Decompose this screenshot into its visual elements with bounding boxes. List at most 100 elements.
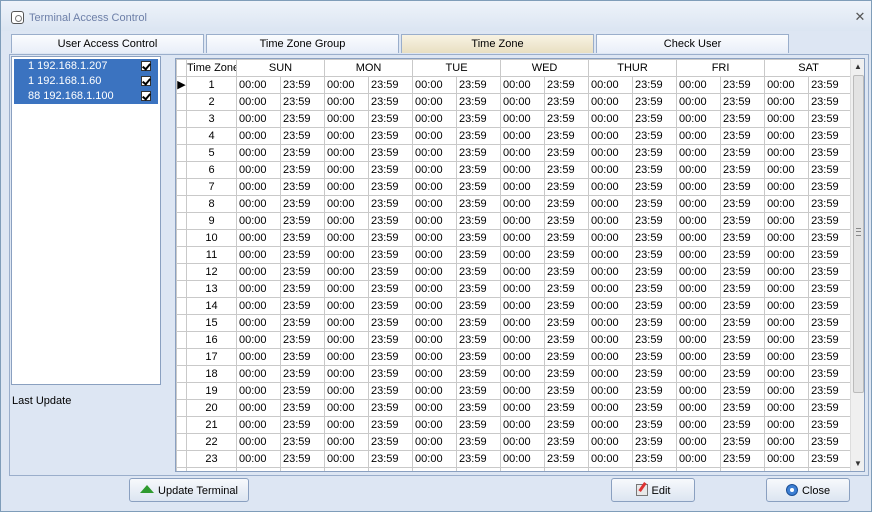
start-time-cell[interactable]: 00:00 <box>676 467 722 471</box>
end-time-cell[interactable]: 23:59 <box>720 144 766 162</box>
start-time-cell[interactable]: 00:00 <box>588 280 634 298</box>
start-time-cell[interactable]: 00:00 <box>676 263 722 281</box>
start-time-cell[interactable]: 00:00 <box>500 229 546 247</box>
end-time-cell[interactable]: 23:59 <box>720 314 766 332</box>
start-time-cell[interactable]: 00:00 <box>588 416 634 434</box>
time-zone-cell[interactable]: 1 <box>186 76 237 94</box>
start-time-cell[interactable]: 00:00 <box>500 314 546 332</box>
end-time-cell[interactable]: 23:59 <box>279 297 326 315</box>
start-time-cell[interactable]: 00:00 <box>676 127 722 145</box>
end-time-cell[interactable]: 23:59 <box>808 348 854 366</box>
end-time-cell[interactable]: 23:59 <box>279 280 326 298</box>
start-time-cell[interactable]: 00:00 <box>412 399 458 417</box>
edit-button[interactable]: Edit <box>611 478 695 502</box>
start-time-cell[interactable]: 00:00 <box>324 297 370 315</box>
end-time-cell[interactable]: 23:59 <box>632 76 678 94</box>
end-time-cell[interactable]: 23:59 <box>808 93 854 111</box>
start-time-cell[interactable]: 00:00 <box>236 93 281 111</box>
time-zone-cell[interactable]: 20 <box>186 399 237 417</box>
start-time-cell[interactable]: 00:00 <box>764 450 810 468</box>
start-time-cell[interactable]: 00:00 <box>500 399 546 417</box>
start-time-cell[interactable]: 00:00 <box>500 467 546 471</box>
end-time-cell[interactable]: 23:59 <box>456 93 502 111</box>
end-time-cell[interactable]: 23:59 <box>544 433 590 451</box>
start-time-cell[interactable]: 00:00 <box>500 450 546 468</box>
end-time-cell[interactable]: 23:59 <box>720 280 766 298</box>
end-time-cell[interactable]: 23:59 <box>279 331 326 349</box>
end-time-cell[interactable]: 23:59 <box>720 348 766 366</box>
table-row[interactable]: 10 00:00 23:59 00:00 23:59 00:00 23:59 00:00 23:… <box>176 229 854 247</box>
terminal-item[interactable]: 88 192.168.1.100 <box>14 89 158 104</box>
start-time-cell[interactable]: 00:00 <box>412 246 458 264</box>
end-time-cell[interactable]: 23:59 <box>720 178 766 196</box>
end-time-cell[interactable]: 23:59 <box>368 161 414 179</box>
start-time-cell[interactable]: 00:00 <box>676 416 722 434</box>
start-time-cell[interactable]: 00:00 <box>412 76 458 94</box>
end-time-cell[interactable]: 23:59 <box>720 76 766 94</box>
table-row[interactable]: 9 00:00 23:59 00:00 23:59 00:00 23:59 00:00 23:5… <box>176 212 854 230</box>
start-time-cell[interactable]: 00:00 <box>588 331 634 349</box>
table-row[interactable]: 4 00:00 23:59 00:00 23:59 00:00 23:59 00:00 23:5… <box>176 127 854 145</box>
start-time-cell[interactable]: 00:00 <box>324 144 370 162</box>
start-time-cell[interactable]: 00:00 <box>500 280 546 298</box>
time-zone-cell[interactable]: 17 <box>186 348 237 366</box>
end-time-cell[interactable]: 23:59 <box>544 144 590 162</box>
end-time-cell[interactable]: 23:59 <box>456 450 502 468</box>
scrollbar-thumb[interactable] <box>853 75 864 393</box>
time-zone-cell[interactable]: 6 <box>186 161 237 179</box>
end-time-cell[interactable]: 23:59 <box>279 450 326 468</box>
start-time-cell[interactable]: 00:00 <box>500 110 546 128</box>
end-time-cell[interactable]: 23:59 <box>456 416 502 434</box>
end-time-cell[interactable]: 23:59 <box>808 144 854 162</box>
start-time-cell[interactable]: 00:00 <box>324 76 370 94</box>
end-time-cell[interactable]: 23:59 <box>279 178 326 196</box>
start-time-cell[interactable]: 00:00 <box>764 110 810 128</box>
start-time-cell[interactable]: 00:00 <box>500 212 546 230</box>
time-zone-cell[interactable]: 13 <box>186 280 237 298</box>
end-time-cell[interactable]: 23:59 <box>544 280 590 298</box>
start-time-cell[interactable]: 00:00 <box>764 161 810 179</box>
end-time-cell[interactable]: 23:59 <box>368 450 414 468</box>
start-time-cell[interactable]: 00:00 <box>412 297 458 315</box>
end-time-cell[interactable]: 23:59 <box>368 144 414 162</box>
end-time-cell[interactable]: 23:59 <box>279 399 326 417</box>
time-zone-grid[interactable]: Time Zone SUN MON TUE WED THUR FRI SAT ▶… <box>175 58 865 472</box>
table-row[interactable]: 17 00:00 23:59 00:00 23:59 00:00 23:59 00:00 23:… <box>176 348 854 366</box>
start-time-cell[interactable]: 00:00 <box>764 246 810 264</box>
end-time-cell[interactable]: 23:59 <box>632 212 678 230</box>
start-time-cell[interactable]: 00:00 <box>412 178 458 196</box>
end-time-cell[interactable]: 23:59 <box>279 110 326 128</box>
start-time-cell[interactable]: 00:00 <box>412 467 458 471</box>
end-time-cell[interactable]: 23:59 <box>632 229 678 247</box>
end-time-cell[interactable]: 23:59 <box>368 263 414 281</box>
vertical-scrollbar[interactable]: ▲ ▼ <box>850 59 864 471</box>
start-time-cell[interactable]: 00:00 <box>412 382 458 400</box>
start-time-cell[interactable]: 00:00 <box>500 76 546 94</box>
table-row[interactable]: 2400:0023:5900:0023:5900:0023:5900:0023:… <box>176 467 854 471</box>
end-time-cell[interactable]: 23:59 <box>720 331 766 349</box>
end-time-cell[interactable]: 23:59 <box>368 297 414 315</box>
end-time-cell[interactable]: 23:59 <box>279 314 326 332</box>
table-row[interactable]: ▶ 1 00:00 23:59 00:00 23:59 00:00 23:59 00:00 23:… <box>176 76 854 94</box>
start-time-cell[interactable]: 00:00 <box>676 229 722 247</box>
start-time-cell[interactable]: 00:00 <box>676 433 722 451</box>
start-time-cell[interactable]: 00:00 <box>764 212 810 230</box>
end-time-cell[interactable]: 23:59 <box>456 382 502 400</box>
start-time-cell[interactable]: 00:00 <box>764 416 810 434</box>
end-time-cell[interactable]: 23:59 <box>632 467 678 471</box>
end-time-cell[interactable]: 23:59 <box>808 297 854 315</box>
start-time-cell[interactable]: 00:00 <box>236 110 281 128</box>
start-time-cell[interactable]: 00:00 <box>412 195 458 213</box>
start-time-cell[interactable]: 00:00 <box>324 93 370 111</box>
start-time-cell[interactable]: 00:00 <box>324 348 370 366</box>
end-time-cell[interactable]: 23:59 <box>720 450 766 468</box>
start-time-cell[interactable]: 00:00 <box>412 229 458 247</box>
end-time-cell[interactable]: 23:59 <box>632 263 678 281</box>
time-zone-cell[interactable]: 2 <box>186 93 237 111</box>
end-time-cell[interactable]: 23:59 <box>368 348 414 366</box>
start-time-cell[interactable]: 00:00 <box>236 382 281 400</box>
start-time-cell[interactable]: 00:00 <box>500 93 546 111</box>
end-time-cell[interactable]: 23:59 <box>808 229 854 247</box>
end-time-cell[interactable]: 23:59 <box>632 93 678 111</box>
end-time-cell[interactable]: 23:59 <box>808 280 854 298</box>
